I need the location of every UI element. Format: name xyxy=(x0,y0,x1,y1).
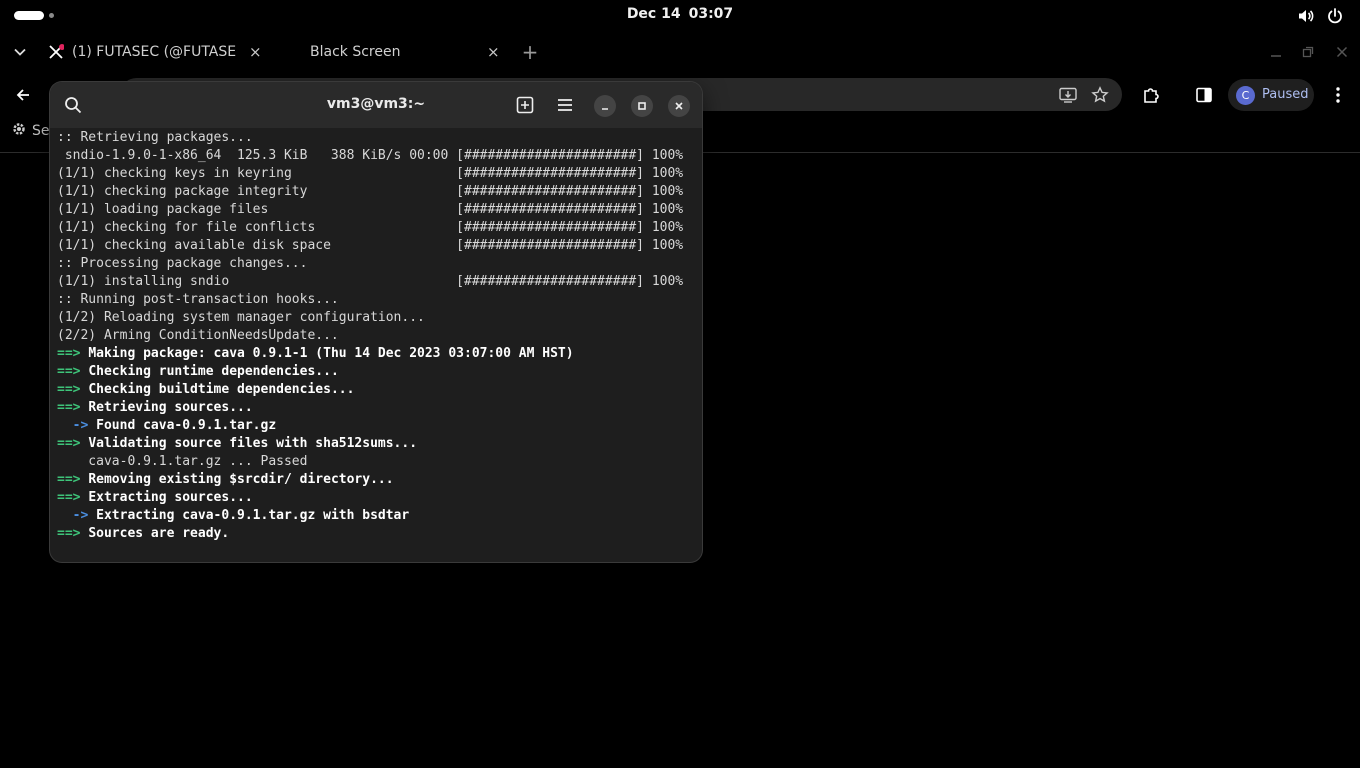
tab-close-icon[interactable]: × xyxy=(249,43,262,61)
side-panel-icon[interactable] xyxy=(1193,84,1215,106)
terminal-line-text: (1/2) Reloading system manager configura… xyxy=(57,310,425,325)
clock-date: Dec 14 xyxy=(626,6,681,22)
arrow-prefix: ==> xyxy=(57,490,89,505)
window-close-icon[interactable] xyxy=(1332,42,1352,62)
terminal-line: ==> Retrieving sources... xyxy=(57,399,253,417)
terminal-headerbar[interactable]: vm3@vm3:~ xyxy=(50,82,702,128)
terminal-line: (1/1) checking keys in keyring [########… xyxy=(57,165,683,183)
terminal-line-text: Removing existing $srcdir/ directory... xyxy=(88,472,394,487)
close-icon[interactable] xyxy=(668,95,690,117)
terminal-line: (1/1) checking package integrity [######… xyxy=(57,183,683,201)
x-logo-icon xyxy=(48,44,65,60)
terminal-line-text: Sources are ready. xyxy=(88,526,230,541)
clock-time: 03:07 xyxy=(688,6,734,22)
sub-arrow-prefix: -> xyxy=(57,508,97,523)
tab-search-chevron-icon[interactable] xyxy=(10,42,30,62)
arrow-prefix: ==> xyxy=(57,436,89,451)
menu-kebab-icon[interactable] xyxy=(1328,84,1348,106)
terminal-line: (1/1) installing sndio [################… xyxy=(57,273,683,291)
settings-gear-icon[interactable] xyxy=(12,122,26,140)
terminal-line-text: (2/2) Arming ConditionNeedsUpdate... xyxy=(57,328,339,343)
new-tab-icon[interactable] xyxy=(513,93,537,117)
terminal-line-text: Making package: cava 0.9.1-1 (Thu 14 Dec… xyxy=(88,346,574,361)
window-restore-icon[interactable] xyxy=(1298,42,1318,62)
terminal-line-text: (1/1) installing sndio [################… xyxy=(57,274,684,289)
terminal-line-text: (1/1) loading package files [###########… xyxy=(57,202,684,217)
arrow-prefix: ==> xyxy=(57,526,89,541)
extensions-puzzle-icon[interactable] xyxy=(1140,84,1162,106)
terminal-line: ==> Removing existing $srcdir/ directory… xyxy=(57,471,394,489)
tab-black-screen[interactable]: Black Screen × xyxy=(310,34,510,70)
terminal-line: sndio-1.9.0-1-x86_64 125.3 KiB 388 KiB/s… xyxy=(57,147,683,165)
terminal-line: -> Extracting cava-0.9.1.tar.gz with bsd… xyxy=(57,507,410,525)
terminal-line: ==> Checking buildtime dependencies... xyxy=(57,381,354,399)
terminal-line-text: sndio-1.9.0-1-x86_64 125.3 KiB 388 KiB/s… xyxy=(57,148,684,163)
terminal-line: (1/1) loading package files [###########… xyxy=(57,201,683,219)
install-app-icon[interactable] xyxy=(1057,84,1079,106)
terminal-line: (1/1) checking for file conflicts [#####… xyxy=(57,219,683,237)
terminal-line: ==> Extracting sources... xyxy=(57,489,253,507)
terminal-line-text: Extracting sources... xyxy=(88,490,253,505)
terminal-line: :: Retrieving packages... xyxy=(57,129,253,147)
sub-arrow-prefix: -> xyxy=(57,418,97,433)
terminal-line-text: Checking buildtime dependencies... xyxy=(88,382,355,397)
arrow-prefix: ==> xyxy=(57,382,89,397)
clock[interactable]: Dec 14 03:07 xyxy=(0,6,1360,22)
terminal-line-text: Found cava-0.9.1.tar.gz xyxy=(96,418,277,433)
terminal-line: (1/2) Reloading system manager configura… xyxy=(57,309,425,327)
terminal-line-text: (1/1) checking for file conflicts [#####… xyxy=(57,220,684,235)
profile-avatar: C xyxy=(1236,86,1255,105)
bookmark-star-icon[interactable] xyxy=(1089,84,1111,106)
terminal-line-text: :: Retrieving packages... xyxy=(57,130,253,145)
new-tab-button[interactable]: + xyxy=(520,40,540,64)
terminal-line-text: :: Running post-transaction hooks... xyxy=(57,292,339,307)
terminal-line: ==> Sources are ready. xyxy=(57,525,229,543)
tab-label: (1) FUTASEC (@FUTASEC xyxy=(72,44,236,60)
arrow-prefix: ==> xyxy=(57,400,89,415)
terminal-line-text: (1/1) checking available disk space [###… xyxy=(57,238,684,253)
terminal-line: ==> Checking runtime dependencies... xyxy=(57,363,339,381)
terminal-line-text: Checking runtime dependencies... xyxy=(88,364,339,379)
terminal-output[interactable]: :: Retrieving packages... sndio-1.9.0-1-… xyxy=(50,128,702,562)
terminal-line-text: cava-0.9.1.tar.gz ... Passed xyxy=(57,454,308,469)
terminal-line: -> Found cava-0.9.1.tar.gz xyxy=(57,417,277,435)
top-bar: Dec 14 03:07 xyxy=(0,0,1360,32)
terminal-line-text: (1/1) checking keys in keyring [########… xyxy=(57,166,684,181)
power-icon[interactable] xyxy=(1326,7,1344,25)
terminal-line: cava-0.9.1.tar.gz ... Passed xyxy=(57,453,307,471)
terminal-line: :: Running post-transaction hooks... xyxy=(57,291,339,309)
arrow-prefix: ==> xyxy=(57,364,89,379)
back-arrow-icon[interactable] xyxy=(12,84,34,106)
terminal-line: ==> Making package: cava 0.9.1-1 (Thu 14… xyxy=(57,345,574,363)
window-minimize-icon[interactable] xyxy=(1266,42,1286,62)
terminal-line-text: :: Processing package changes... xyxy=(57,256,308,271)
terminal-line: (2/2) Arming ConditionNeedsUpdate... xyxy=(57,327,339,345)
hamburger-menu-icon[interactable] xyxy=(553,93,577,117)
terminal-line-text: Retrieving sources... xyxy=(88,400,253,415)
terminal-line: ==> Validating source files with sha512s… xyxy=(57,435,417,453)
tab-futasec[interactable]: (1) FUTASEC (@FUTASEC × xyxy=(48,34,270,70)
volume-icon[interactable] xyxy=(1297,7,1315,25)
arrow-prefix: ==> xyxy=(57,346,89,361)
maximize-icon[interactable] xyxy=(631,95,653,117)
bookmark-label-partial[interactable]: Se xyxy=(32,123,50,139)
bookmarks-bar: Se xyxy=(12,122,50,142)
tab-close-icon[interactable]: × xyxy=(487,43,500,61)
browser-tab-strip: (1) FUTASEC (@FUTASEC × Black Screen × + xyxy=(0,34,1360,70)
terminal-line-text: Validating source files with sha512sums.… xyxy=(88,436,418,451)
terminal-line: (1/1) checking available disk space [###… xyxy=(57,237,683,255)
terminal-line: :: Processing package changes... xyxy=(57,255,307,273)
profile-status-label: Paused xyxy=(1262,87,1309,102)
arrow-prefix: ==> xyxy=(57,472,89,487)
terminal-line-text: Extracting cava-0.9.1.tar.gz with bsdtar xyxy=(96,508,410,523)
terminal-line-text: (1/1) checking package integrity [######… xyxy=(57,184,684,199)
terminal-window[interactable]: vm3@vm3:~ :: Retrieving packages... sndi… xyxy=(50,82,702,562)
minimize-icon[interactable] xyxy=(594,95,616,117)
tab-label: Black Screen xyxy=(310,44,401,60)
profile-button[interactable]: C Paused xyxy=(1228,79,1314,111)
